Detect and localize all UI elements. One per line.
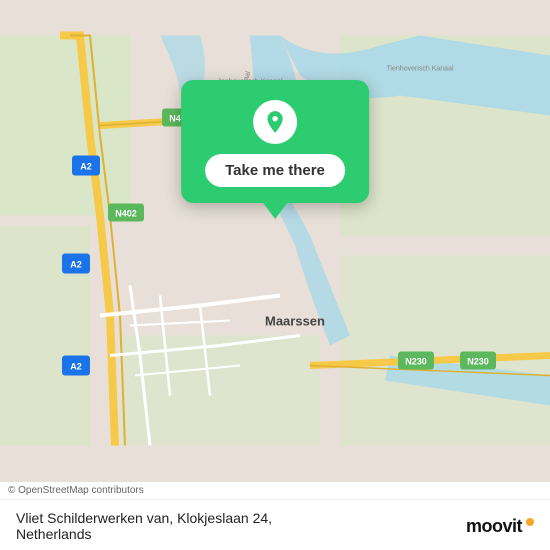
app-container: N402 N402 A2 A2 A2 N230 N230	[0, 0, 550, 550]
map-area: N402 N402 A2 A2 A2 N230 N230	[0, 0, 550, 481]
svg-text:N230: N230	[467, 357, 489, 367]
copyright-text: © OpenStreetMap contributors	[8, 485, 144, 496]
location-name: Vliet Schilderwerken van, Klokjeslaan 24…	[16, 510, 272, 526]
location-pin-icon	[253, 100, 297, 144]
moovit-dot-icon	[526, 518, 534, 526]
moovit-logo: moovit	[466, 516, 534, 537]
svg-text:A2: A2	[70, 362, 82, 372]
svg-text:Maarssen: Maarssen	[265, 314, 325, 329]
svg-text:A2: A2	[70, 260, 82, 270]
moovit-text: moovit	[466, 516, 522, 537]
take-me-there-button[interactable]: Take me there	[205, 154, 345, 187]
location-country: Netherlands	[16, 526, 272, 542]
copyright-bar: © OpenStreetMap contributors	[0, 482, 550, 500]
location-info: Vliet Schilderwerken van, Klokjeslaan 24…	[16, 510, 272, 542]
svg-text:N230: N230	[405, 357, 427, 367]
tooltip-card: Take me there	[181, 80, 369, 203]
svg-text:A2: A2	[80, 162, 92, 172]
svg-text:Tienhovensch Kanaal: Tienhovensch Kanaal	[386, 66, 454, 73]
location-bar: Vliet Schilderwerken van, Klokjeslaan 24…	[0, 500, 550, 550]
svg-text:N402: N402	[115, 209, 137, 219]
footer: © OpenStreetMap contributors Vliet Schil…	[0, 481, 550, 550]
map-svg: N402 N402 A2 A2 A2 N230 N230	[0, 0, 550, 481]
